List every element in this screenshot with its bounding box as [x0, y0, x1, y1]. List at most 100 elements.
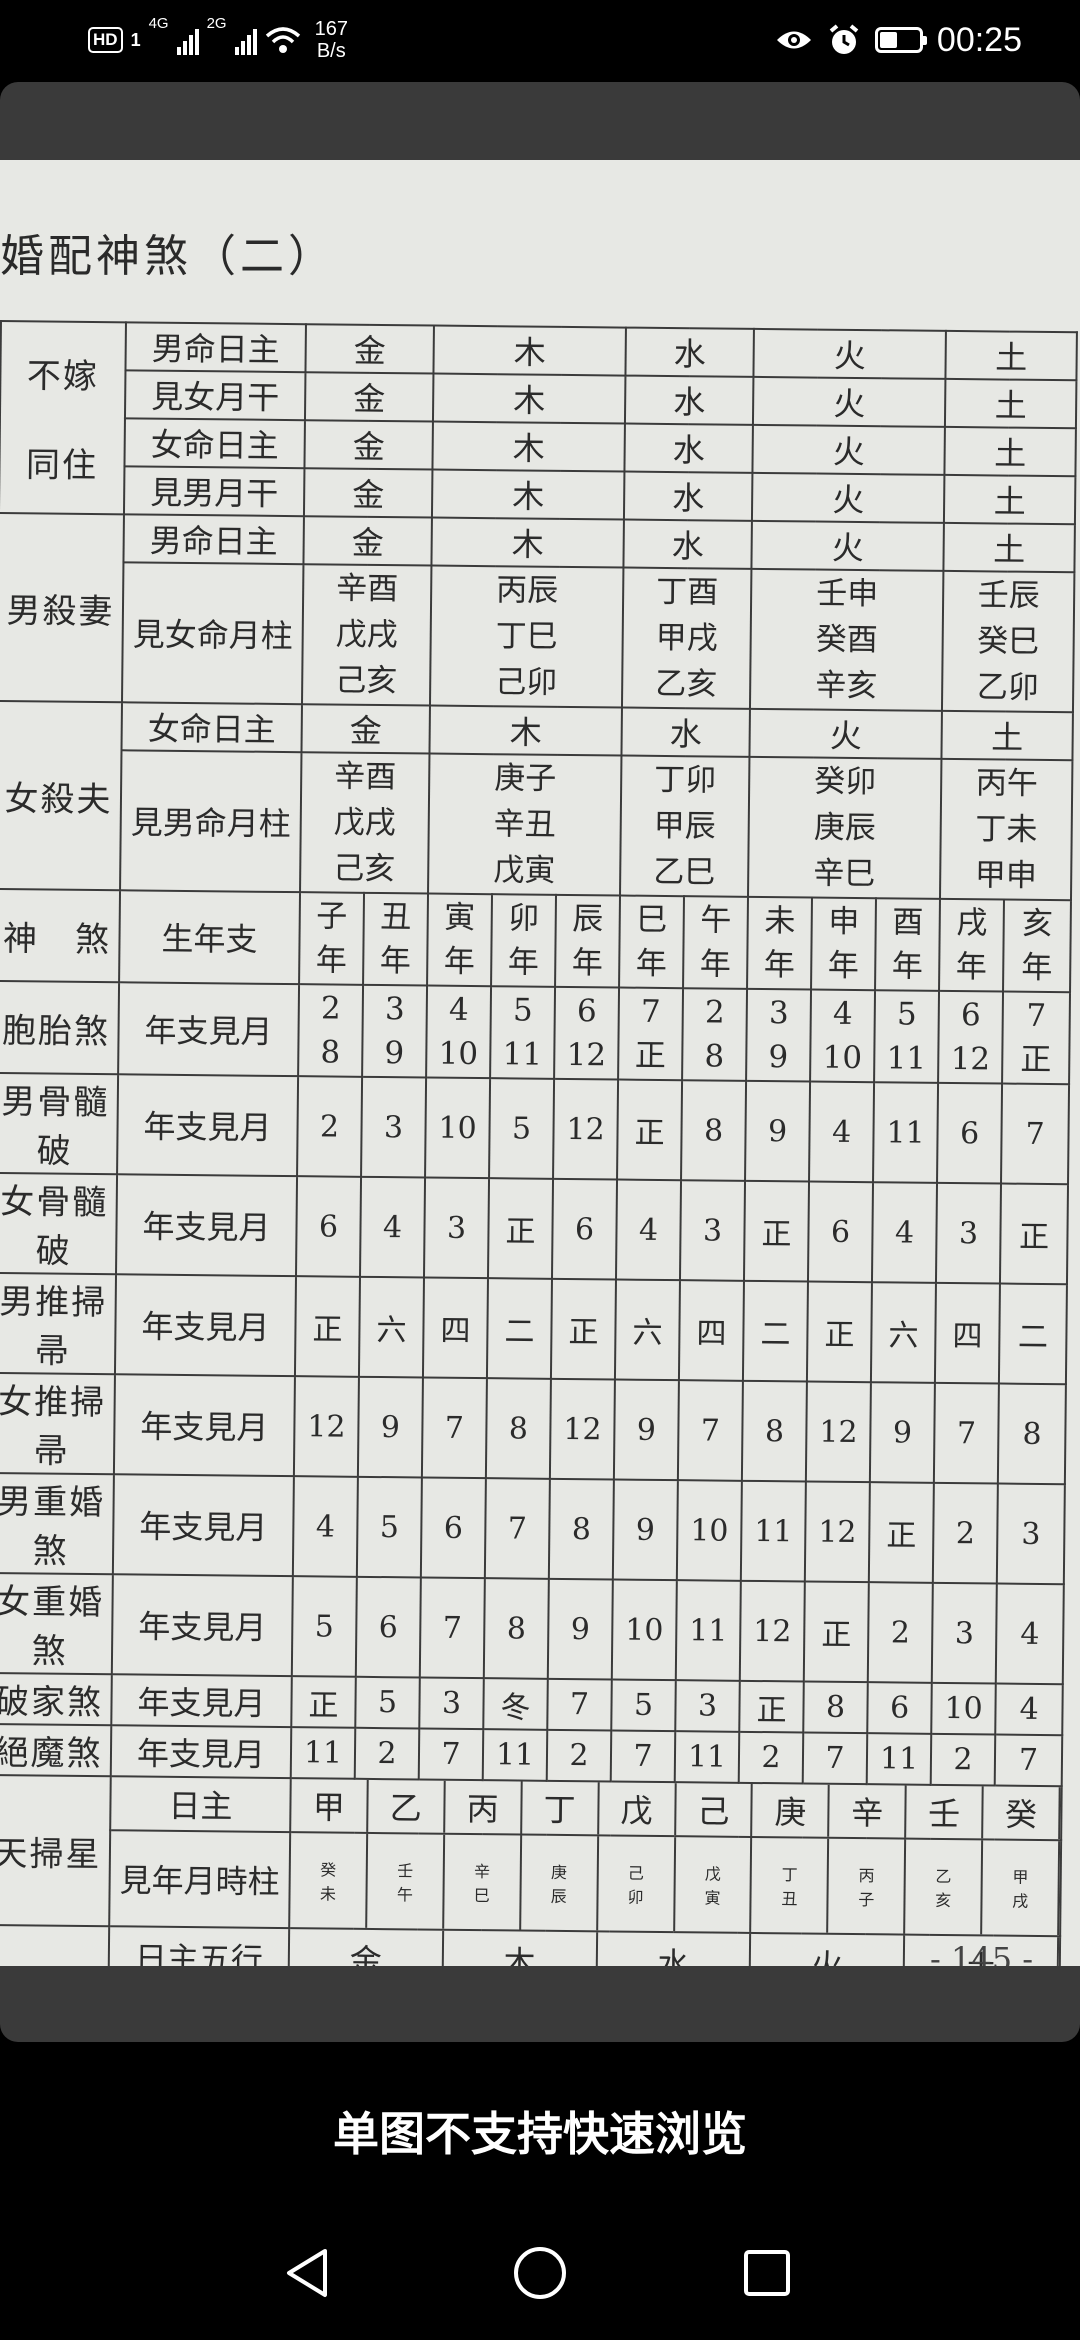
- month-cell: 12: [804, 1481, 870, 1583]
- month-cell: 12: [805, 1381, 871, 1483]
- month-cell-line: 4: [832, 995, 853, 1032]
- pillar-cell-line: 辛酉: [336, 570, 399, 608]
- month-cell: 3: [680, 1180, 746, 1281]
- year-cell-line: 未: [764, 903, 796, 940]
- stem-cell: 丙: [444, 1780, 523, 1834]
- month-cell: 2: [867, 1582, 933, 1683]
- pillar-cell: 壬申 癸酉 辛亥: [750, 568, 944, 711]
- month-cell: 2: [354, 1727, 420, 1780]
- year-cell-line: 年: [763, 947, 796, 984]
- month-cell: 四: [678, 1280, 745, 1381]
- stem-cell: 戊: [598, 1782, 677, 1836]
- element-cell: 水: [623, 519, 753, 569]
- book-page-photo[interactable]: 婚配神煞（二） 不嫁 同住 男命日主金木水火土見女月干金木水火土女命日主金木水火土見…: [0, 160, 1080, 1966]
- month-cell: 6: [420, 1477, 486, 1579]
- pillar-char: 巳: [473, 1886, 490, 1906]
- year-cell-line: 丑: [380, 899, 412, 936]
- pillar-cell-line: 戊戌: [333, 804, 396, 842]
- recents-icon: [744, 2250, 790, 2296]
- month-cell: 2: [738, 1731, 804, 1784]
- pillar-cell-line: 甲申: [974, 857, 1038, 894]
- month-cell-line: 9: [384, 1035, 405, 1072]
- month-cell: 8: [681, 1080, 747, 1181]
- pillar-cell-line: 辛巳: [813, 855, 876, 893]
- pillar-cell: 己卯: [597, 1836, 676, 1932]
- pillar-cell: 庚辰: [520, 1835, 599, 1931]
- month-cell: 7: [677, 1380, 743, 1481]
- image-viewer[interactable]: 婚配神煞（二） 不嫁 同住 男命日主金木水火土見女月干金木水火土女命日主金木水火土見…: [0, 82, 1080, 2042]
- pillar-char: 丙: [858, 1866, 875, 1886]
- month-cell: 3: [936, 1182, 1002, 1284]
- stem-cell: 甲: [291, 1779, 369, 1832]
- month-cell-line: 5: [896, 996, 917, 1033]
- year-cell: 辰年: [555, 894, 621, 988]
- pillar-cell-line: 戊戌: [335, 616, 398, 654]
- month-cell-line: 11: [502, 1036, 543, 1073]
- viewer-caption: 单图不支持快速浏览: [333, 2108, 747, 2160]
- month-cell: 8: [997, 1383, 1067, 1485]
- pillar-cell-line: 癸卯: [814, 763, 877, 801]
- month-cell-line: 10: [438, 1035, 479, 1073]
- month-cell: 2: [297, 1076, 363, 1177]
- element-cell: 火: [753, 328, 947, 379]
- home-button[interactable]: [505, 2238, 575, 2308]
- month-cell: 9: [547, 1578, 613, 1680]
- element-cell: 木: [432, 421, 625, 472]
- row-label: 女命日主: [121, 702, 302, 753]
- element-cell: 金: [289, 1929, 444, 1966]
- month-cell: 12: [293, 1376, 359, 1477]
- year-cell-line: 年: [699, 946, 732, 983]
- stem-cell: 庚: [752, 1783, 831, 1837]
- month-cell: 28: [682, 988, 748, 1081]
- stem-cell: 壬: [906, 1785, 984, 1839]
- group-label-line: 不嫁: [26, 356, 100, 398]
- month-cell: 9: [357, 1376, 423, 1478]
- year-cell-line: 酉: [892, 904, 924, 941]
- year-cell: 酉年: [875, 898, 941, 991]
- month-cell-line: 3: [768, 995, 789, 1032]
- month-cell: 12: [553, 1078, 619, 1180]
- month-cell: 正: [488, 1178, 554, 1279]
- tiansao-label: 天掃星: [0, 1774, 111, 1927]
- month-cell: 正: [294, 1276, 361, 1377]
- table-row: 見女命月柱 辛酉 戊戌 己亥 丙辰 丁巳 己卯 丁酉 甲戌 乙亥 壬申 癸酉 辛亥 壬辰 癸巳 乙卯: [0, 561, 1075, 713]
- recents-button[interactable]: [732, 2238, 802, 2308]
- pillar-cell-line: 乙卯: [976, 669, 1039, 706]
- month-cell-line: 10: [822, 1039, 863, 1077]
- pillar-cell-line: 己卯: [495, 664, 558, 701]
- shensha-label: 男骨髓破: [0, 1072, 119, 1175]
- month-cell: 六: [358, 1276, 425, 1378]
- group-label: 女殺夫: [0, 700, 123, 891]
- element-cell: 木: [429, 705, 623, 756]
- month-cell-line: 正: [1020, 1041, 1052, 1079]
- year-cell: 申年: [811, 897, 877, 991]
- month-cell: 9: [612, 1479, 678, 1581]
- element-cell: 土: [944, 426, 1077, 477]
- element-cell: 木: [431, 469, 625, 520]
- home-icon: [514, 2247, 566, 2299]
- table-row: 男推掃帚 年支見月正六四二正六四二正六四二: [0, 1272, 1068, 1385]
- year-cell: 午年: [683, 896, 749, 989]
- row-label: 見女月干: [124, 370, 306, 421]
- year-cell-line: 午: [700, 902, 732, 939]
- element-cell: 火: [752, 424, 946, 475]
- year-cell-line: 年: [635, 945, 668, 983]
- month-cell: 5 11: [874, 990, 940, 1083]
- year-cell-line: 年: [315, 942, 347, 979]
- pillar-cell-line: 己亥: [333, 850, 396, 888]
- pillar-cell: 壬午: [367, 1833, 445, 1929]
- back-button[interactable]: [272, 2238, 342, 2308]
- month-cell: 12: [549, 1378, 615, 1480]
- net-type-2: 2G: [206, 15, 227, 32]
- pillar-cell-line: 辛丑: [493, 806, 556, 843]
- month-cell: 39: [746, 988, 812, 1082]
- signal-icon: [176, 25, 199, 55]
- month-cell: 4: [616, 1179, 682, 1281]
- group-label-line: 男殺妻: [6, 590, 115, 632]
- pillar-cell-line: 壬申: [816, 575, 879, 613]
- month-cell: 5: [355, 1676, 420, 1729]
- navigation-bar: [0, 2200, 1080, 2340]
- month-cell-line: 7: [1026, 997, 1047, 1034]
- wifi-icon: [265, 27, 300, 53]
- pillar-cell: 戊寅: [674, 1837, 753, 1932]
